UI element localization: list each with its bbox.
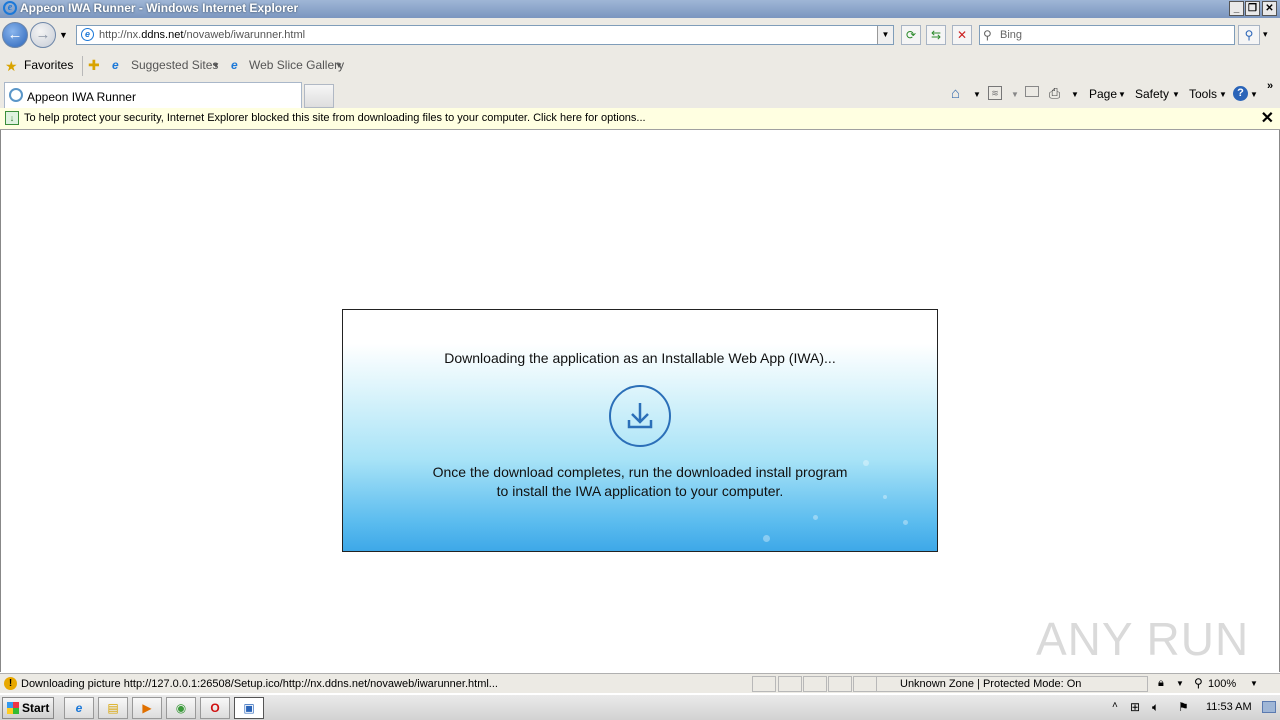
chevron-down-icon[interactable]: ▼ [335,61,343,70]
action-center-flag-icon[interactable]: ⚑ [1178,700,1189,714]
security-zone[interactable]: Unknown Zone | Protected Mode: On [900,678,1081,690]
web-slice-icon: e [231,58,238,72]
download-instructions: Once the download completes, run the dow… [343,463,937,501]
more-commands-icon[interactable]: » [1267,80,1273,92]
web-slice-gallery-link[interactable]: Web Slice Gallery [249,58,344,72]
info-bar-message[interactable]: To help protect your security, Internet … [24,112,646,124]
tools-menu[interactable]: Tools [1189,87,1217,101]
chevron-down-icon[interactable]: ▼ [973,90,981,99]
start-button[interactable]: Start [2,697,54,719]
download-card: Downloading the application as an Instal… [342,309,938,552]
start-label: Start [22,701,50,715]
warning-icon: ! [4,677,17,690]
explorer-taskbar-icon[interactable]: ▤ [98,697,128,719]
chevron-down-icon[interactable]: ▼ [1250,90,1258,99]
chevron-down-icon[interactable]: ▼ [1176,679,1184,688]
suggested-sites-link[interactable]: Suggested Sites [131,58,218,72]
address-dropdown-icon[interactable]: ▼ [877,26,893,44]
chevron-down-icon[interactable]: ▼ [1250,679,1258,688]
refresh-button[interactable]: ⇆ [926,25,946,45]
page-favicon-icon: e [81,28,94,41]
window-title: Appeon IWA Runner - Windows Internet Exp… [20,1,299,15]
chevron-down-icon[interactable]: ▼ [1071,90,1079,99]
search-provider-icon: ⚲ [983,28,992,42]
download-heading: Downloading the application as an Instal… [444,350,836,366]
recent-pages-dropdown-icon[interactable]: ▼ [59,30,68,40]
chevron-down-icon[interactable]: ▼ [1172,90,1180,99]
download-icon [609,385,671,447]
tab-appeon-iwa-runner[interactable]: Appeon IWA Runner [4,82,302,108]
taskbar: Start e ▤ ▶ ◉ O ▣ ˄ ⊞ 🔈︎ ⚑ 11:53 AM [0,694,1280,720]
close-info-bar-icon[interactable]: ✕ [1261,108,1274,128]
forward-button[interactable]: → [30,22,56,48]
safety-menu[interactable]: Safety [1135,87,1169,101]
chrome-taskbar-icon[interactable]: ◉ [166,697,196,719]
anyrun-watermark: ANY RUN [1036,613,1250,665]
status-message: Downloading picture http://127.0.0.1:265… [21,678,498,690]
help-icon[interactable]: ? [1233,86,1248,101]
media-player-taskbar-icon[interactable]: ▶ [132,697,162,719]
add-to-favorites-bar-icon[interactable]: ✚ [88,57,100,74]
print-icon[interactable]: ⎙ [1049,85,1060,102]
restore-button[interactable]: ❐ [1245,1,1260,16]
address-bar[interactable]: e http://nx.ddns.net/novaweb/iwarunner.h… [76,25,894,45]
network-icon[interactable]: ⊞ [1130,700,1140,714]
home-icon[interactable]: ⌂ [951,85,960,102]
back-button[interactable]: ← [2,22,28,48]
minimize-button[interactable]: _ [1229,1,1244,16]
show-hidden-icons-icon[interactable]: ˄ [1112,700,1118,711]
stop-button[interactable]: ✕ [952,25,972,45]
active-window-taskbar-icon[interactable]: ▣ [234,697,264,719]
page-menu[interactable]: Page [1089,87,1117,101]
chevron-down-icon[interactable]: ▼ [212,61,220,70]
show-desktop-button[interactable] [1262,701,1276,713]
window-title-bar[interactable]: e Appeon IWA Runner - Windows Internet E… [0,0,1280,18]
compatibility-view-button[interactable]: ⟳ [901,25,921,45]
suggested-sites-icon: e [112,58,119,72]
ie-taskbar-icon[interactable]: e [64,697,94,719]
chevron-down-icon[interactable]: ▼ [1219,90,1227,99]
lock-icon[interactable]: 🔒︎ [1158,677,1164,690]
zoom-level[interactable]: 100% [1208,678,1236,690]
windows-flag-icon [7,702,19,714]
chevron-down-icon[interactable]: ▼ [1118,90,1126,99]
feeds-icon[interactable]: ≋ [988,86,1002,100]
address-url[interactable]: http://nx.ddns.net/novaweb/iwarunner.htm… [99,29,305,41]
instruction-line-2: to install the IWA application to your c… [496,483,784,499]
volume-icon[interactable]: 🔈︎ [1152,700,1159,715]
instruction-line-1: Once the download completes, run the dow… [432,464,848,480]
zoom-icon[interactable]: ⚲ [1194,676,1203,690]
download-blocked-icon: ↓ [5,111,19,125]
search-button[interactable]: ⚲ [1238,25,1260,45]
status-bar: ! Downloading picture http://127.0.0.1:2… [0,673,1280,693]
clock[interactable]: 11:53 AM [1206,701,1252,713]
new-tab-button[interactable] [304,84,334,108]
read-mail-icon[interactable] [1025,86,1039,97]
search-options-icon[interactable]: ▾ [1263,29,1268,40]
search-input[interactable] [1000,27,1230,43]
search-box[interactable]: ⚲ [979,25,1235,45]
favorites-button[interactable]: Favorites [24,58,73,72]
tab-label: Appeon IWA Runner [27,90,136,104]
security-info-bar[interactable]: ↓ To help protect your security, Interne… [0,108,1280,130]
chevron-down-icon[interactable]: ▼ [1011,90,1019,99]
favorites-star-icon: ★ [5,58,18,74]
loading-icon [9,88,23,102]
ie-logo-icon: e [3,1,17,15]
close-window-button[interactable]: ✕ [1262,1,1277,16]
favorites-separator [82,56,83,76]
opera-taskbar-icon[interactable]: O [200,697,230,719]
